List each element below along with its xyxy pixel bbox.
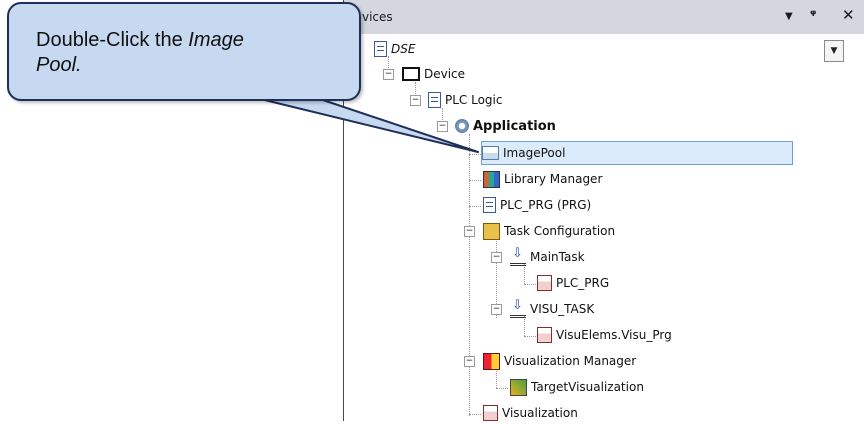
tree-item-label: PLC_PRG (PRG) <box>500 198 592 212</box>
tree-item-maintask[interactable]: MainTask <box>510 246 585 268</box>
tree-item-label: Visualization <box>502 406 578 420</box>
pin-icon[interactable]: ᵠ <box>810 8 816 23</box>
collapse-toggle[interactable]: − <box>410 95 421 106</box>
instruction-callout: Double-Click the Image Pool. <box>7 2 361 101</box>
callout-emphasis-2: Pool. <box>36 54 82 76</box>
tree-item-label: PLC_PRG <box>556 276 610 290</box>
tree-item-plc-prg[interactable]: PLC_PRG (PRG) <box>483 194 591 216</box>
imagepool-icon <box>482 146 499 160</box>
tree-item-device[interactable]: Device <box>402 63 465 85</box>
tree-item-dse[interactable]: DSE <box>374 38 415 60</box>
device-tree: ▼ DSE − Device − PLC Logic − Application… <box>344 34 844 421</box>
collapse-toggle[interactable]: − <box>464 356 475 367</box>
task-config-icon <box>483 222 500 240</box>
collapse-toggle[interactable]: − <box>383 69 394 80</box>
visualization-icon <box>483 405 498 421</box>
tree-item-maintask-plc-prg[interactable]: PLC_PRG <box>537 272 609 294</box>
tree-item-library-manager[interactable]: Library Manager <box>483 168 602 190</box>
tree-item-label: Visualization Manager <box>504 354 637 368</box>
collapse-toggle[interactable]: − <box>491 252 502 263</box>
tree-item-application[interactable]: Application <box>455 115 556 137</box>
tree-item-plc-logic[interactable]: PLC Logic <box>428 89 502 111</box>
pou-call-icon <box>537 327 552 343</box>
tree-item-label: TargetVisualization <box>531 380 644 394</box>
tree-item-task-configuration[interactable]: Task Configuration <box>483 220 615 242</box>
program-icon <box>483 197 496 213</box>
gear-icon <box>455 119 469 133</box>
panel-titlebar: vices ▼ ᵠ ✕ <box>344 0 864 34</box>
tree-item-label: ImagePool <box>503 146 566 160</box>
plc-logic-icon <box>428 92 441 108</box>
tree-item-label: Application <box>473 118 556 134</box>
tree-item-label: Library Manager <box>504 172 603 186</box>
tree-item-visu-task[interactable]: VISU_TASK <box>510 298 594 320</box>
tree-item-visualization-manager[interactable]: Visualization Manager <box>483 350 636 372</box>
callout-emphasis: Image <box>188 29 244 51</box>
task-icon <box>510 246 526 266</box>
tree-item-label: VisuElems.Visu_Prg <box>556 328 672 342</box>
tree-item-target-visualization[interactable]: TargetVisualization <box>510 376 644 398</box>
collapse-toggle[interactable]: − <box>491 304 502 315</box>
target-visualization-icon <box>510 378 527 396</box>
devices-panel: vices ▼ ᵠ ✕ ▼ DSE − Device − PLC Logic −… <box>343 0 864 421</box>
pou-call-icon <box>537 275 552 291</box>
library-icon <box>483 170 500 188</box>
tree-item-label: MainTask <box>530 250 585 264</box>
tree-item-label: PLC Logic <box>445 93 503 107</box>
collapse-toggle[interactable]: − <box>437 121 448 132</box>
tree-item-label: Device <box>424 67 466 81</box>
callout-text: Double-Click the Image Pool. <box>36 29 244 76</box>
tree-item-label: VISU_TASK <box>530 302 595 316</box>
tree-item-imagepool[interactable]: ImagePool <box>481 141 793 165</box>
task-icon <box>510 298 526 318</box>
tree-item-visuelems[interactable]: VisuElems.Visu_Prg <box>537 324 672 346</box>
project-icon <box>374 41 387 57</box>
tree-item-label: DSE <box>391 42 416 56</box>
tree-item-label: Task Configuration <box>504 224 616 238</box>
close-icon[interactable]: ✕ <box>842 6 855 24</box>
panel-title: vices <box>362 10 393 24</box>
tree-dropdown-button[interactable]: ▼ <box>824 40 844 62</box>
collapse-toggle[interactable]: − <box>464 226 475 237</box>
visualization-manager-icon <box>483 352 500 370</box>
device-icon <box>402 67 420 81</box>
dropdown-arrow-icon[interactable]: ▼ <box>785 11 793 22</box>
